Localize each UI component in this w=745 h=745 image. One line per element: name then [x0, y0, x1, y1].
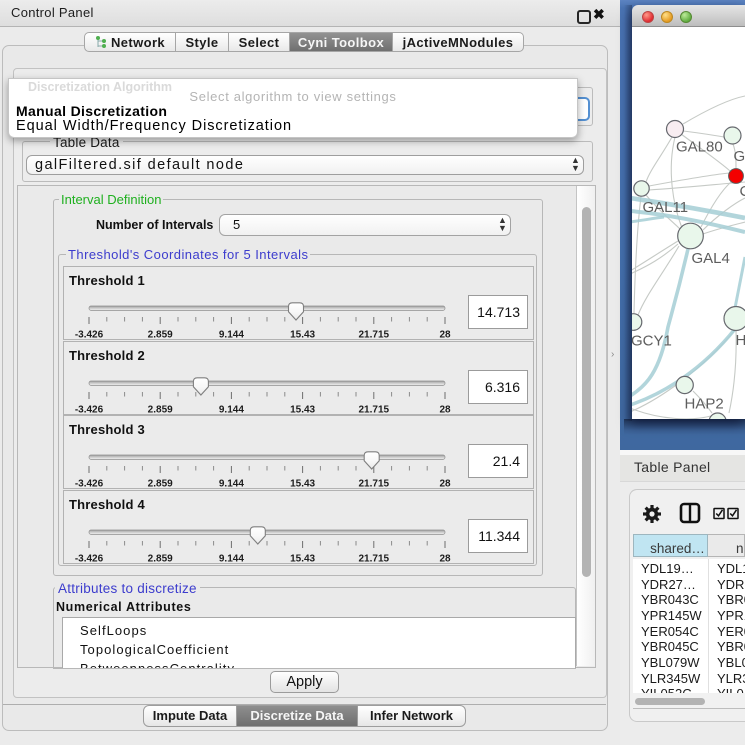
svg-text:15.43: 15.43 [290, 553, 315, 564]
svg-text:C: C [740, 183, 745, 200]
svg-text:2.859: 2.859 [148, 479, 173, 490]
svg-text:9.144: 9.144 [219, 404, 244, 415]
svg-text:21.715: 21.715 [359, 404, 390, 415]
svg-text:GAL80: GAL80 [676, 139, 723, 156]
svg-text:9.144: 9.144 [219, 479, 244, 490]
svg-text:21.715: 21.715 [359, 553, 390, 564]
svg-text:GAL11: GAL11 [643, 199, 689, 216]
svg-text:28: 28 [439, 553, 451, 564]
svg-text:15.43: 15.43 [290, 404, 315, 415]
svg-text:HAP2: HAP2 [685, 396, 724, 413]
svg-text:H: H [736, 332, 745, 349]
svg-text:28: 28 [439, 404, 451, 415]
svg-text:2.859: 2.859 [148, 404, 173, 415]
svg-text:-3.426: -3.426 [75, 479, 104, 490]
svg-text:2.859: 2.859 [148, 330, 173, 341]
svg-text:9.144: 9.144 [219, 553, 244, 564]
svg-text:-3.426: -3.426 [75, 553, 104, 564]
svg-text:-3.426: -3.426 [75, 404, 104, 415]
svg-text:9.144: 9.144 [219, 330, 244, 341]
svg-text:GCY1: GCY1 [632, 333, 672, 350]
svg-text:28: 28 [439, 330, 451, 341]
svg-text:21.715: 21.715 [359, 330, 390, 341]
svg-text:28: 28 [439, 479, 451, 490]
svg-text:15.43: 15.43 [290, 330, 315, 341]
svg-text:15.43: 15.43 [290, 479, 315, 490]
svg-text:-3.426: -3.426 [75, 330, 104, 341]
svg-text:GAL4: GAL4 [692, 250, 730, 267]
svg-text:21.715: 21.715 [359, 479, 390, 490]
svg-text:2.859: 2.859 [148, 553, 173, 564]
svg-text:GA: GA [734, 148, 745, 165]
